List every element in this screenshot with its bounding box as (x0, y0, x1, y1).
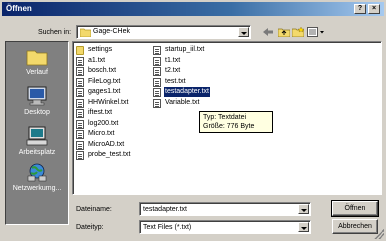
filename-label: Dateiname: (76, 206, 112, 213)
back-arrow-icon[interactable] (262, 27, 274, 37)
text-file-icon (76, 151, 84, 160)
text-file-icon (76, 140, 84, 150)
text-file-icon (153, 67, 161, 76)
resize-grip[interactable] (374, 229, 384, 239)
desktop-icon (27, 86, 47, 106)
lookin-label: Suchen in: (38, 29, 72, 36)
filetype-label: Dateityp: (76, 224, 104, 231)
filename-input[interactable]: testadapter.txt (139, 202, 311, 216)
text-file-icon (153, 98, 161, 108)
text-file-icon (153, 88, 161, 97)
lookin-value: Gage-CHek (93, 28, 130, 35)
filetype-value: Text Files (*.txt) (143, 224, 192, 231)
places-bar: Verlauf Desktop Arbeitsplatz Netzwerkumg… (5, 41, 69, 225)
my-computer-icon (26, 126, 48, 146)
help-button[interactable]: ? (354, 4, 366, 14)
title-bar: Öffnen ? × (2, 2, 384, 16)
text-file-icon (76, 130, 84, 139)
text-file-icon (153, 56, 161, 66)
text-file-icon (76, 109, 84, 118)
close-button[interactable]: × (368, 4, 380, 14)
folder-icon (76, 46, 84, 55)
text-file-icon (153, 46, 161, 55)
text-file-icon (153, 77, 161, 87)
tooltip-size: Größe: 776 Byte (203, 123, 255, 130)
text-file-icon (76, 77, 84, 87)
up-folder-icon[interactable] (278, 27, 290, 37)
text-file-icon (76, 56, 84, 66)
history-folder-icon (26, 50, 48, 66)
view-menu-icon[interactable] (307, 27, 325, 37)
tooltip-type: Typ: Textdatei (203, 114, 247, 121)
filename-value: testadapter.txt (143, 206, 187, 213)
text-file-icon (76, 88, 84, 97)
place-label: Netzwerkumg... (12, 185, 62, 192)
text-file-icon (76, 119, 84, 129)
lookin-combo[interactable]: Gage-CHek (76, 25, 251, 39)
text-file-icon (76, 98, 84, 108)
open-dialog: Öffnen ? × Suchen in: Gage-CHek Verlauf (0, 0, 386, 241)
lookin-dropdown-button[interactable] (238, 27, 249, 37)
filetype-select[interactable]: Text Files (*.txt) (139, 220, 311, 234)
dialog-title: Öffnen (6, 4, 32, 13)
place-network[interactable]: Netzwerkumg... (6, 162, 68, 192)
place-my-computer[interactable]: Arbeitsplatz (6, 126, 68, 156)
place-label: Verlauf (26, 69, 48, 76)
filename-dropdown-button[interactable] (298, 204, 309, 214)
place-label: Desktop (24, 109, 50, 116)
place-desktop[interactable]: Desktop (6, 86, 68, 116)
filetype-dropdown-button[interactable] (298, 222, 309, 232)
network-icon (27, 163, 47, 182)
folder-icon (80, 28, 91, 37)
place-history[interactable]: Verlauf (6, 48, 68, 76)
place-label: Arbeitsplatz (18, 149, 56, 156)
file-tooltip: Typ: Textdatei Größe: 776 Byte (199, 111, 273, 133)
cancel-button[interactable]: Abbrechen (332, 219, 378, 234)
open-button[interactable]: Öffnen (331, 200, 379, 217)
text-file-icon (76, 67, 84, 76)
new-folder-icon[interactable] (292, 27, 304, 37)
